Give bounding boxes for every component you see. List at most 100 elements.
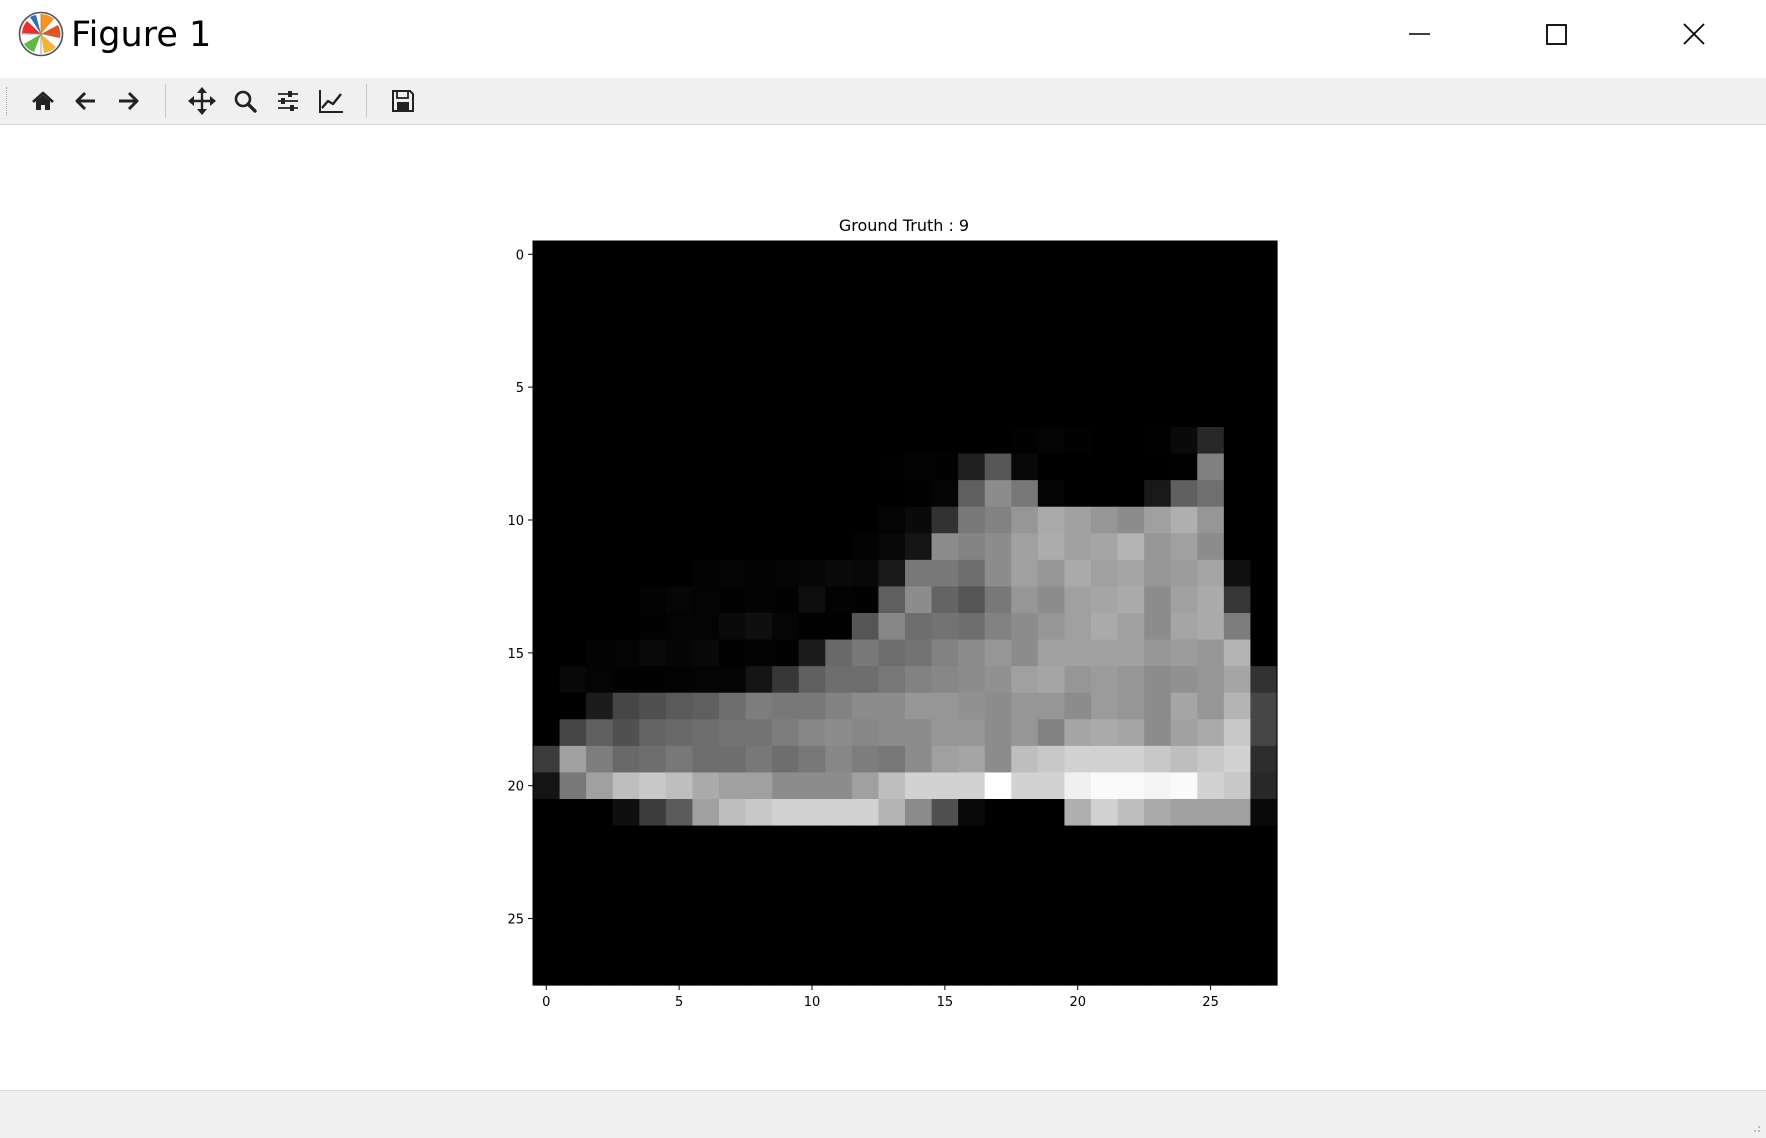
pixel-cell bbox=[905, 745, 933, 774]
pixel-cell bbox=[1144, 905, 1172, 933]
pixel-cell bbox=[825, 400, 853, 428]
pixel-cell bbox=[559, 533, 587, 561]
pixel-cell bbox=[745, 931, 773, 960]
pixel-cell bbox=[692, 905, 720, 933]
pixel-cell bbox=[639, 294, 667, 322]
pixel-cell bbox=[612, 931, 640, 960]
maximize-button[interactable] bbox=[1530, 14, 1582, 56]
pixel-cell bbox=[1250, 958, 1278, 986]
pixel-cell bbox=[1117, 320, 1145, 348]
pixel-cell bbox=[1091, 347, 1119, 375]
pixel-cell bbox=[1064, 905, 1092, 933]
pixel-cell bbox=[878, 905, 906, 933]
pixel-cell bbox=[1091, 958, 1119, 986]
pixel-cell bbox=[1037, 825, 1066, 853]
pixel-cell bbox=[1250, 241, 1278, 269]
pixel-cell bbox=[772, 559, 800, 588]
pixel-cell bbox=[878, 719, 906, 747]
x-tick-label: 5 bbox=[675, 995, 683, 1010]
pixel-cell bbox=[692, 878, 720, 906]
pixel-cell bbox=[559, 373, 587, 402]
pixel-cell bbox=[639, 453, 667, 481]
pixel-cell bbox=[1011, 878, 1039, 906]
pixel-cell bbox=[1011, 347, 1039, 375]
pixel-cell bbox=[719, 506, 747, 534]
status-bar bbox=[0, 1090, 1766, 1138]
pixel-cell bbox=[1170, 533, 1198, 561]
pixel-cell bbox=[612, 799, 640, 827]
pixel-cell bbox=[612, 878, 640, 906]
pixel-cell bbox=[719, 613, 747, 641]
pixel-cell bbox=[772, 533, 800, 561]
pixel-cell bbox=[825, 931, 853, 960]
pixel-cell bbox=[1037, 931, 1066, 960]
pixel-cell bbox=[825, 559, 853, 588]
pixel-cell bbox=[665, 347, 694, 375]
pixel-cell bbox=[1197, 347, 1225, 375]
pixel-cell bbox=[878, 586, 906, 614]
pixel-cell bbox=[1037, 905, 1066, 933]
pixel-cell bbox=[665, 666, 694, 694]
pixel-cell bbox=[958, 905, 986, 933]
pixel-cell bbox=[559, 639, 587, 667]
pixel-cell bbox=[1117, 958, 1145, 986]
pixel-cell bbox=[931, 825, 959, 853]
figure-canvas[interactable]: Ground Truth : 9 0 5 10 15 20 25 0 5 10 15 20 25 bbox=[0, 125, 1766, 1090]
pixel-cell bbox=[1197, 799, 1225, 827]
pixel-cell bbox=[772, 267, 800, 295]
pixel-cell bbox=[825, 586, 853, 614]
pixel-cell bbox=[931, 506, 959, 534]
pixel-cell bbox=[931, 613, 959, 641]
customize-button[interactable] bbox=[313, 83, 349, 119]
title-bar[interactable]: Figure 1 bbox=[0, 0, 1766, 78]
pixel-cell bbox=[533, 586, 561, 614]
pixel-cell bbox=[692, 958, 720, 986]
pixel-cell bbox=[586, 772, 614, 800]
pixel-cell bbox=[1170, 613, 1198, 641]
subplots-button[interactable] bbox=[270, 83, 306, 119]
pixel-cell bbox=[1250, 400, 1278, 428]
pixel-cell bbox=[1250, 480, 1278, 508]
pixel-cell bbox=[1037, 241, 1066, 269]
pixel-cell bbox=[798, 373, 826, 402]
pixel-cell bbox=[1064, 639, 1092, 667]
pixel-cell bbox=[1144, 294, 1172, 322]
pixel-cell bbox=[719, 878, 747, 906]
pixel-cell bbox=[984, 931, 1012, 960]
close-button[interactable] bbox=[1668, 14, 1720, 56]
pixel-cell bbox=[1037, 373, 1066, 402]
pixel-cell bbox=[798, 559, 826, 588]
pixel-cell bbox=[772, 825, 800, 853]
forward-button[interactable] bbox=[110, 83, 146, 119]
pixel-cell bbox=[1197, 427, 1225, 455]
home-button[interactable] bbox=[25, 83, 61, 119]
pixel-cell bbox=[984, 294, 1012, 322]
pixel-cell bbox=[665, 294, 694, 322]
pixel-cell bbox=[559, 453, 587, 481]
pan-button[interactable] bbox=[184, 83, 220, 119]
save-button[interactable] bbox=[385, 83, 421, 119]
pixel-cell bbox=[745, 453, 773, 481]
pixel-cell bbox=[851, 347, 880, 375]
pixel-cell bbox=[958, 480, 986, 508]
pixel-cell bbox=[1117, 559, 1145, 588]
pixel-cell bbox=[533, 559, 561, 588]
pixel-cell bbox=[1117, 241, 1145, 269]
back-button[interactable] bbox=[68, 83, 104, 119]
pixel-cell bbox=[958, 878, 986, 906]
pixel-cell bbox=[586, 373, 614, 402]
zoom-button[interactable] bbox=[227, 83, 263, 119]
pixel-cell bbox=[984, 480, 1012, 508]
y-tick-label: 10 bbox=[507, 514, 524, 529]
pixel-cell bbox=[586, 799, 614, 827]
resize-grip-icon[interactable] bbox=[1752, 1124, 1762, 1134]
pixel-cell bbox=[1117, 480, 1145, 508]
pixel-cell bbox=[1117, 400, 1145, 428]
minimize-button[interactable] bbox=[1394, 14, 1446, 56]
maximize-icon bbox=[1546, 24, 1567, 45]
pixel-cell bbox=[1037, 772, 1066, 800]
toolbar-grip[interactable] bbox=[6, 87, 9, 115]
pixel-cell bbox=[878, 400, 906, 428]
pixel-cell bbox=[719, 825, 747, 853]
pixel-cell bbox=[1144, 506, 1172, 534]
